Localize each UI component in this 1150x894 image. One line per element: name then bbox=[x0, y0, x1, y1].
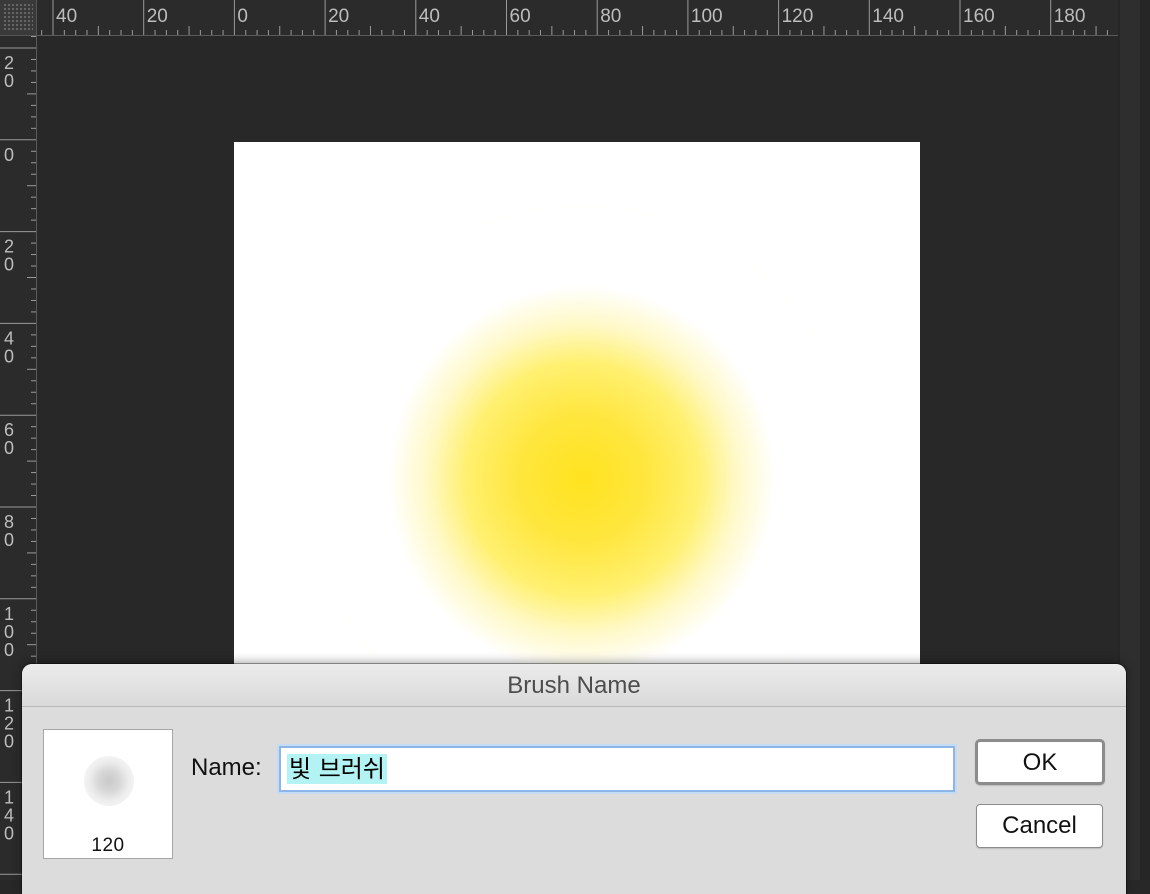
ruler-left-label: 1 bbox=[4, 787, 14, 807]
ruler-top-label: 20 bbox=[147, 6, 168, 27]
ruler-top-label: 100 bbox=[691, 6, 723, 27]
brush-name-input[interactable]: 빛 브러쉬 bbox=[279, 746, 955, 792]
ruler-top-label: 80 bbox=[600, 6, 621, 27]
ruler-top-label: 40 bbox=[419, 6, 440, 27]
cancel-button[interactable]: Cancel bbox=[976, 804, 1103, 848]
name-label: Name: bbox=[191, 754, 262, 781]
ruler-top-label: 0 bbox=[237, 6, 248, 27]
brush-size-label: 120 bbox=[91, 835, 125, 856]
ruler-top-label: 120 bbox=[782, 6, 814, 27]
ruler-top-label: 160 bbox=[963, 6, 995, 27]
horizontal-ruler-ticks: 40 20 0 20 40 60 80 100 120 140 160 180 bbox=[41, 0, 1108, 35]
ruler-left-label: 1 bbox=[4, 696, 14, 716]
ruler-left-label: 2 bbox=[4, 53, 14, 73]
ruler-left-label: 6 bbox=[4, 420, 14, 440]
ruler-left-label: 0 bbox=[4, 622, 14, 642]
ruler-left-label: 0 bbox=[4, 71, 14, 91]
ruler-left-label: 2 bbox=[4, 714, 14, 734]
ruler-origin-corner[interactable] bbox=[0, 0, 37, 36]
ruler-left-label: 0 bbox=[4, 530, 14, 550]
brush-name-dialog: Brush Name 120 Name: 빛 브러쉬 OK Cancel bbox=[22, 664, 1126, 894]
ruler-left-label: 0 bbox=[4, 732, 14, 752]
ruler-left-label: 0 bbox=[4, 640, 14, 660]
ruler-left-label: 0 bbox=[4, 438, 14, 458]
ruler-left-label: 0 bbox=[4, 346, 14, 366]
ruler-left-label: 1 bbox=[4, 604, 14, 624]
ruler-top-label: 40 bbox=[56, 6, 77, 27]
ruler-top-label: 180 bbox=[1054, 6, 1086, 27]
ruler-left-label: 2 bbox=[4, 237, 14, 257]
dialog-title: Brush Name bbox=[22, 664, 1126, 707]
brush-name-value: 빛 브러쉬 bbox=[287, 754, 387, 784]
light-brush-glow bbox=[308, 205, 856, 702]
ruler-top-label: 140 bbox=[872, 6, 904, 27]
ruler-top-label: 60 bbox=[510, 6, 531, 27]
ok-button[interactable]: OK bbox=[975, 739, 1105, 785]
ruler-left-label: 4 bbox=[4, 328, 14, 348]
ruler-left-label: 8 bbox=[4, 512, 14, 532]
brush-preview: 120 bbox=[43, 729, 173, 859]
ruler-left-label: 0 bbox=[4, 145, 14, 165]
document-canvas[interactable] bbox=[234, 142, 920, 702]
ruler-left-label: 0 bbox=[4, 823, 14, 843]
horizontal-ruler: 40 20 0 20 40 60 80 100 120 140 160 180 bbox=[37, 0, 1118, 36]
ruler-left-label: 4 bbox=[4, 805, 14, 825]
ruler-top-label: 20 bbox=[328, 6, 349, 27]
ruler-left-label: 0 bbox=[4, 255, 14, 275]
brush-tip-icon bbox=[84, 756, 134, 806]
